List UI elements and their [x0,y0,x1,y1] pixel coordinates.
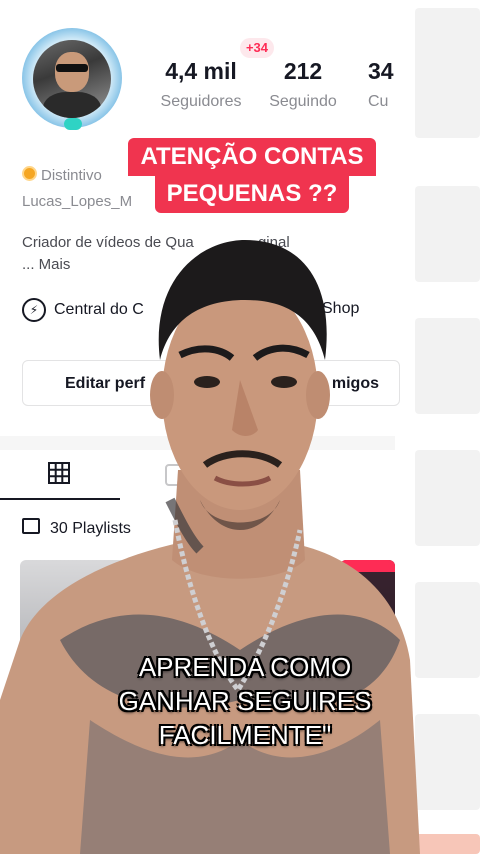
stat-followers[interactable]: 4,4 mil Seguidores [155,58,247,111]
caption-top-line2: PEQUENAS ?? [154,175,350,213]
bio-text: Criador de vídeos de Qua [22,234,194,251]
new-followers-badge: +34 [240,38,274,58]
shop-link[interactable]: Shop [322,300,359,318]
profile-tabs [0,450,395,500]
bio: Criador de vídeos de Qua ginal ... Mais [22,232,362,276]
distintivo-badge[interactable]: Distintivo [22,166,102,184]
caption-top-line1: ATENÇÃO CONTAS [128,138,376,176]
screen: +34 4,4 mil Seguidores 212 Seguindo 34 C… [0,0,480,854]
grid-icon [48,462,70,484]
avatar-sunglasses [56,64,88,72]
avatar-body [43,92,101,118]
bio-more-link[interactable]: ... Mais [22,256,70,273]
username: Lucas_Lopes_M [22,193,133,210]
stat-value: 4,4 mil [165,58,237,84]
lock-icon[interactable] [165,464,187,486]
caption-bottom: APRENDA COMO GANHAR SEGUIRES FACILMENTE" [118,652,372,750]
caption-top: ATENÇÃO CONTAS PEQUENAS ?? [120,138,384,213]
badge-icon [22,166,37,181]
section-divider [0,436,395,450]
right-column-placeholder [395,0,480,854]
bio-text-end: ginal [257,234,290,251]
placeholder-block [415,318,480,414]
placeholder-block [415,582,480,678]
creator-center-label: Central do C [54,301,144,319]
edit-profile-button[interactable]: Editar perf [22,360,202,406]
placeholder-block [415,714,480,810]
stat-value: 212 [283,58,323,84]
stat-likes[interactable]: 34 Cu [368,58,408,111]
badge-label: Distintivo [41,167,102,184]
bolt-icon: ⚡ [22,298,46,322]
playlists-label: 30 Playlists [50,520,131,537]
stat-value: 34 [368,58,394,84]
tab-videos[interactable] [0,450,120,500]
placeholder-block [415,8,480,138]
avatar-badge [64,118,82,130]
placeholder-block [415,450,480,546]
add-friends-button[interactable]: migos [240,360,400,406]
thumbnail-badge: 904 [352,844,388,850]
playlist-count: 7 p [36,820,53,834]
avatar-face [55,52,89,92]
stat-label: Seguidores [160,93,242,110]
creator-center-link[interactable]: ⚡ Central do C [22,298,144,322]
thumbnail-accent-bar [340,560,395,572]
placeholder-block [415,186,480,282]
placeholder-block [415,834,480,854]
playlist-title: Memorias [38,796,100,812]
avatar[interactable] [33,40,111,118]
stat-label: Seguindo [269,93,337,110]
playlists-header[interactable]: 30 Playlists [22,518,131,538]
stat-label: Cu [368,93,389,110]
playlist-icon [22,518,40,534]
stat-following[interactable]: 212 Seguindo [263,58,343,111]
